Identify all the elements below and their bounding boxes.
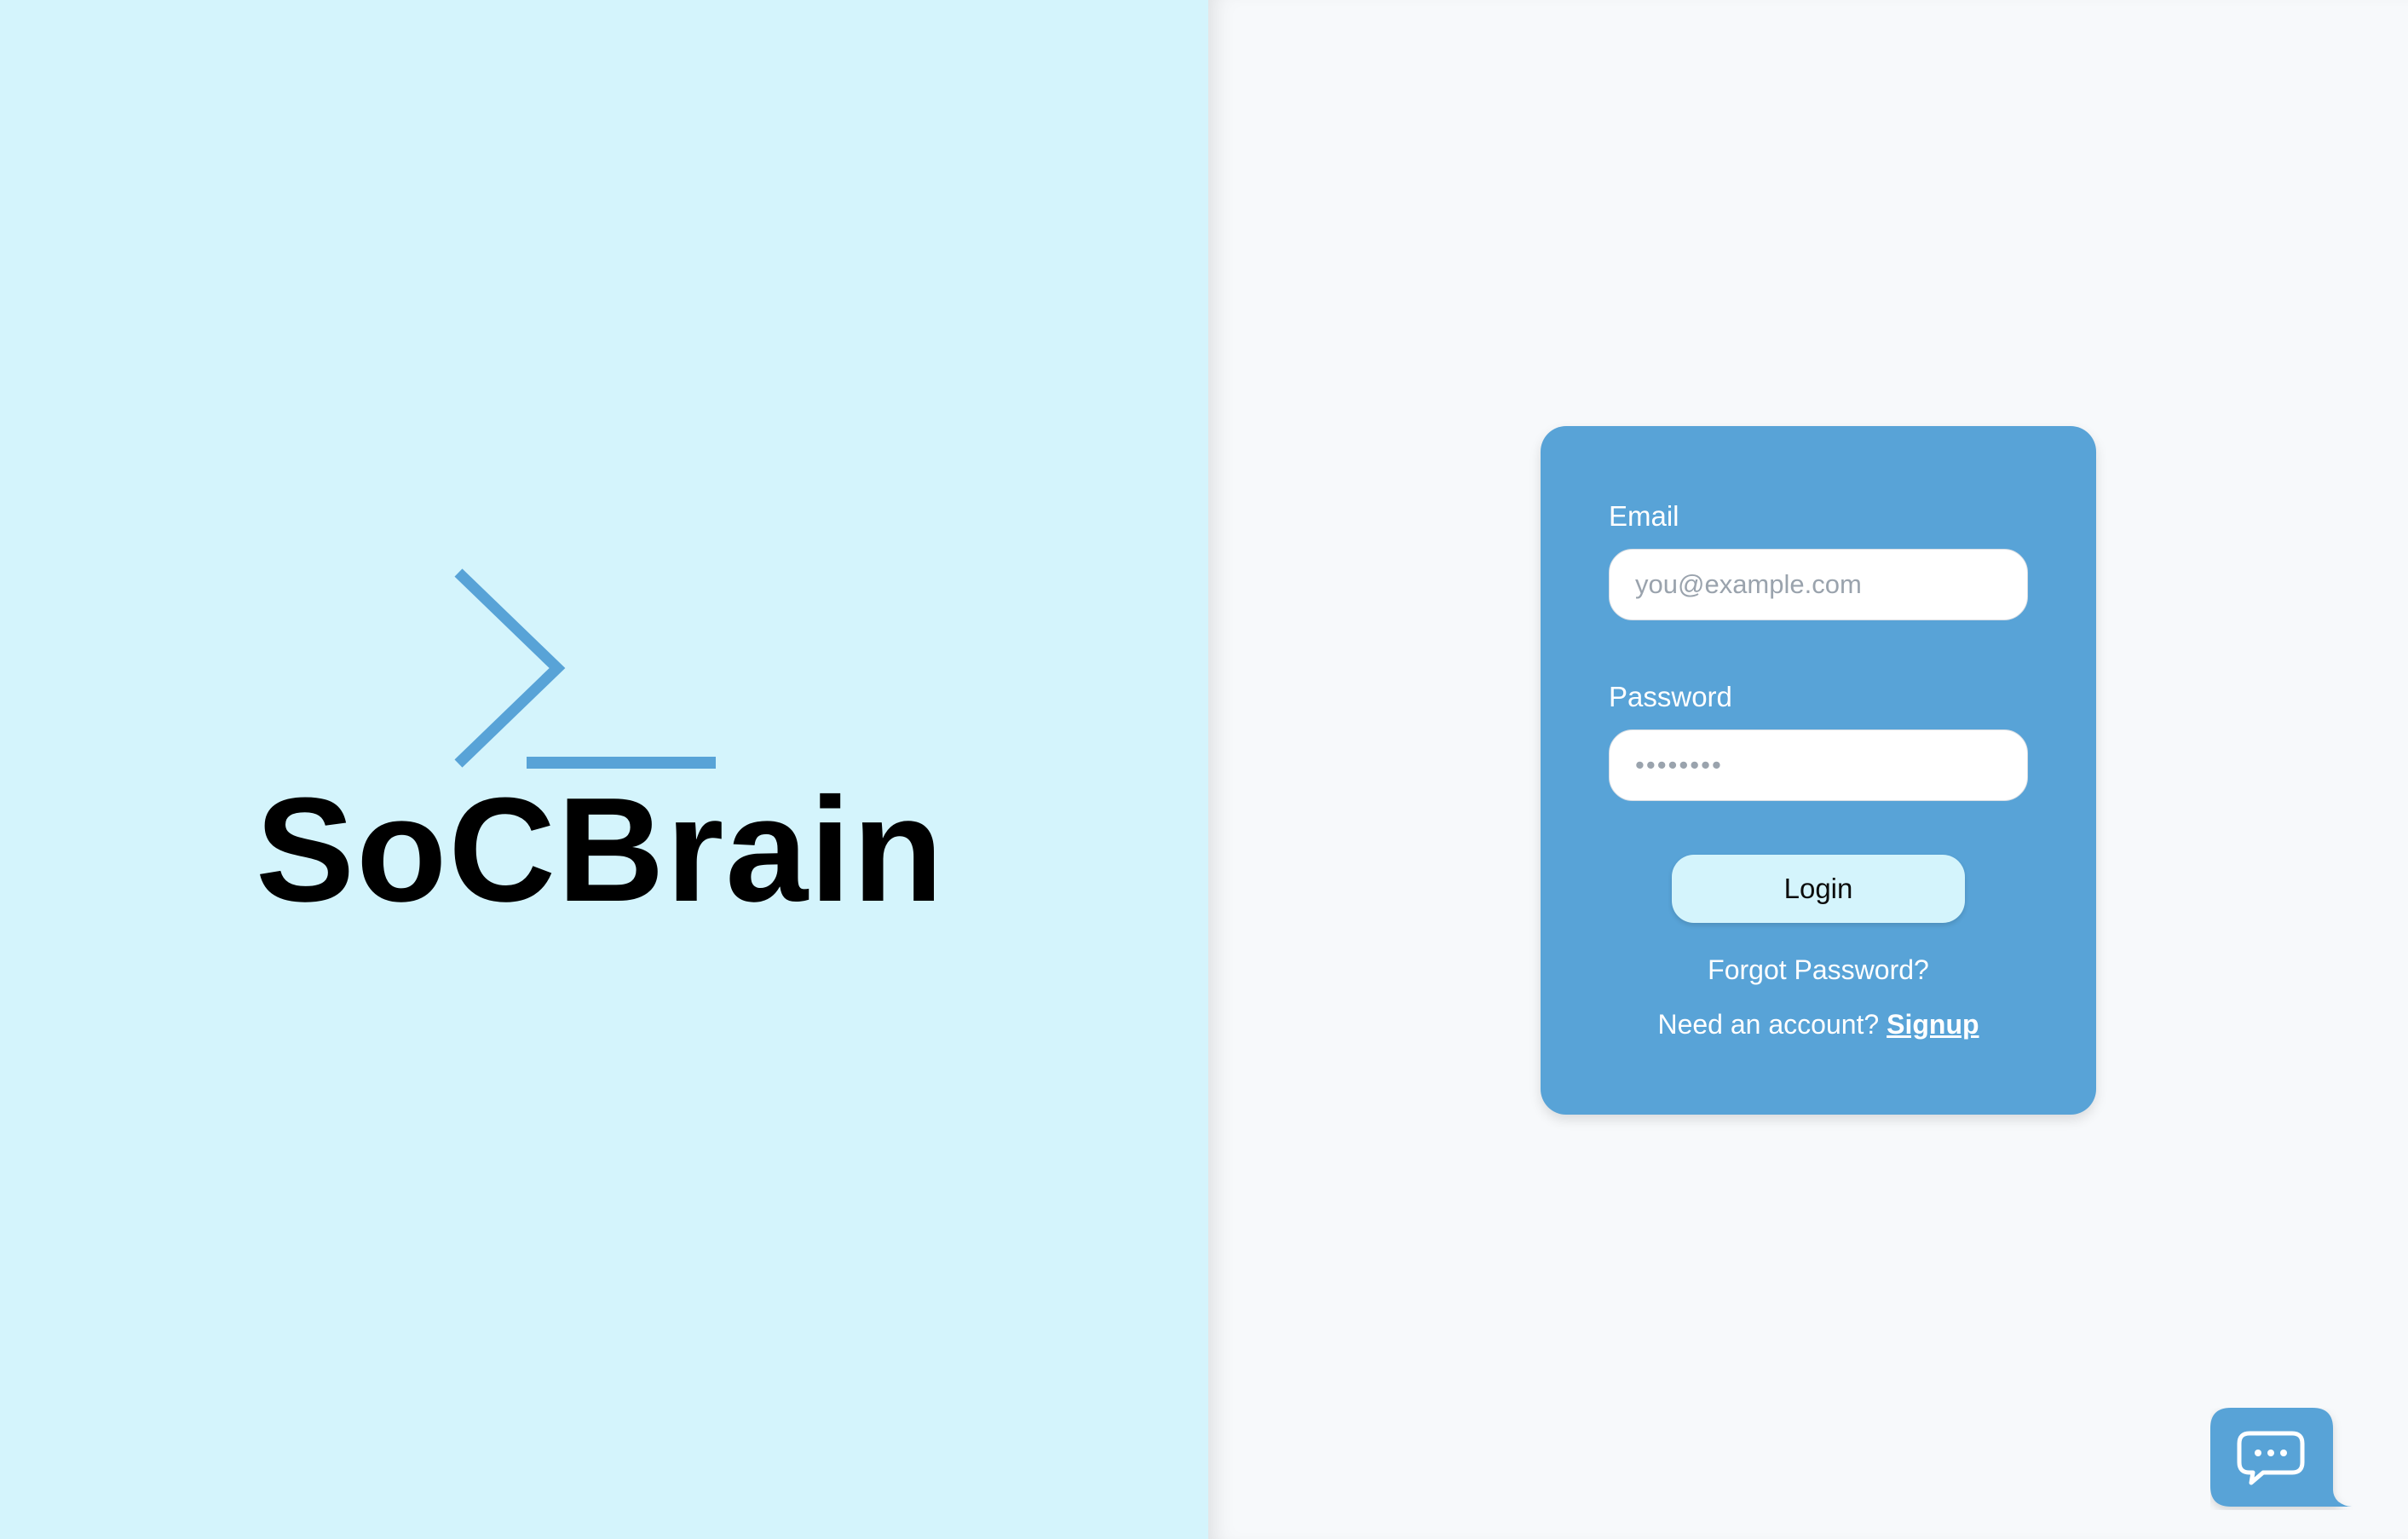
terminal-prompt-icon [454,568,716,769]
brand-name: SoCBrain [256,766,945,932]
signup-link[interactable]: Signup [1887,1009,1979,1040]
forgot-password-label[interactable]: Forgot Password? [1708,954,1929,985]
login-page: SoCBrain Email Password Login Forgot Pas… [0,0,2408,1539]
chat-bubble-icon[interactable] [2210,1408,2369,1510]
signup-row: Need an account? Signup [1541,1011,2096,1038]
password-input[interactable] [1609,729,2028,801]
login-button[interactable]: Login [1672,855,1965,923]
need-account-text: Need an account? [1657,1009,1880,1040]
password-label: Password [1609,681,1732,712]
auth-panel: Email Password Login Forgot Password? Ne… [1208,0,2408,1539]
login-card: Email Password Login Forgot Password? Ne… [1541,426,2096,1115]
forgot-password-link: Forgot Password? [1541,956,2096,983]
email-label: Email [1609,500,1679,532]
email-input[interactable] [1609,549,2028,620]
brand-panel: SoCBrain [0,0,1208,1539]
